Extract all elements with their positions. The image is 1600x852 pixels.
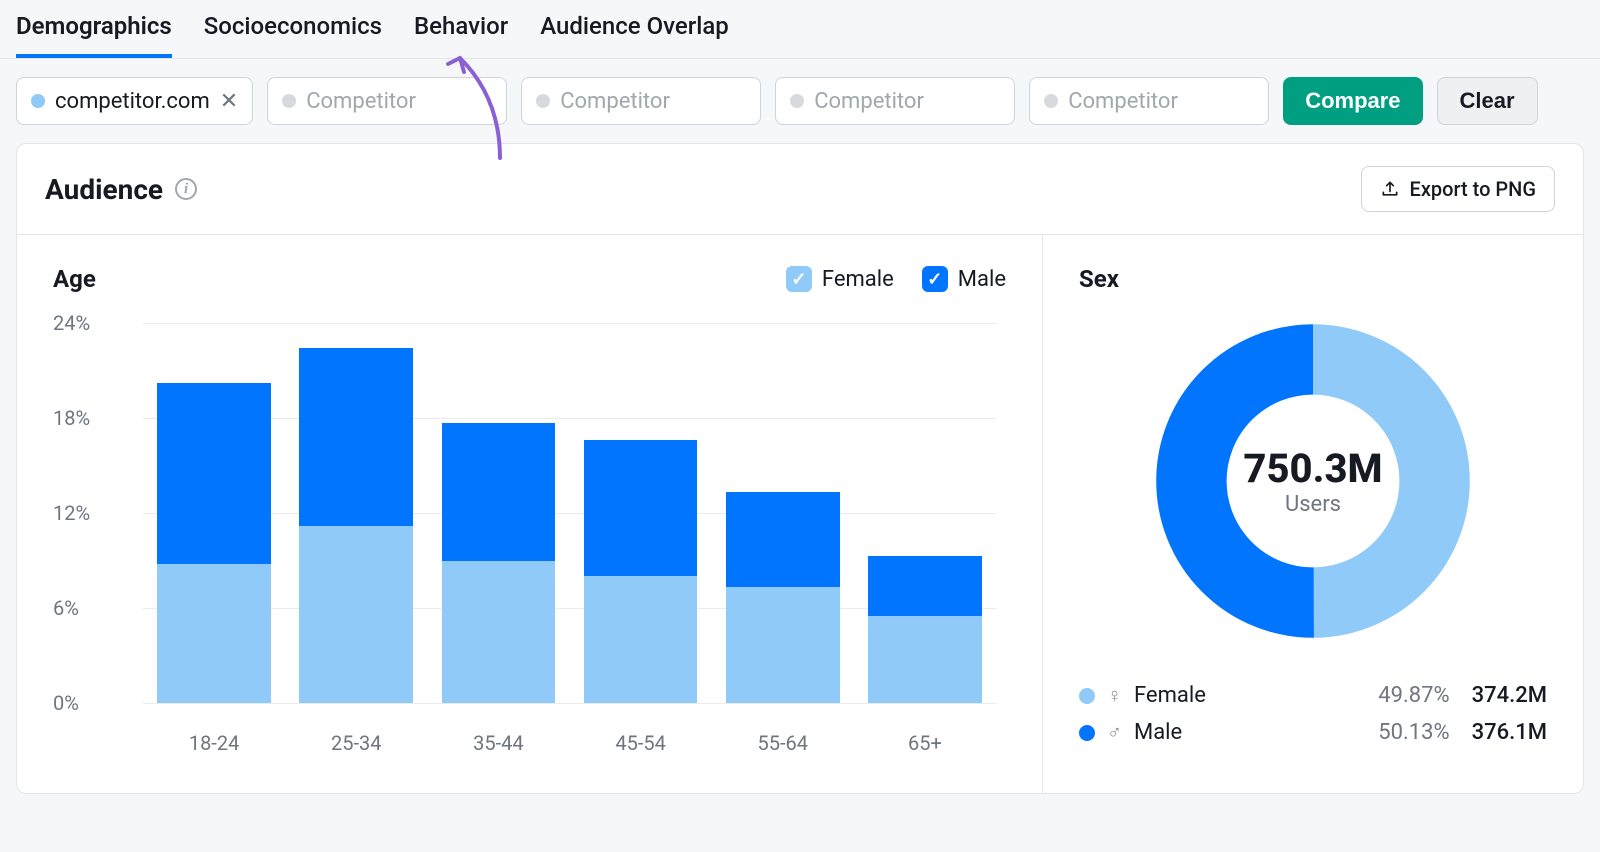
age-panel: Age ✓ Female ✓ Male 0% 6% 12% 18% 24% 18-2425…: [17, 235, 1043, 793]
sex-legend: ♀ Female 49.87% 374.2M ♂ Male 50.13% 376.1M: [1079, 677, 1547, 751]
export-png-label: Export to PNG: [1410, 177, 1536, 201]
export-png-button[interactable]: Export to PNG: [1361, 166, 1555, 212]
donut-center-label: Users: [1285, 492, 1341, 517]
competitor-input-3[interactable]: Competitor: [775, 77, 1015, 125]
input-dot-icon: [536, 94, 550, 108]
legend-female-toggle[interactable]: ✓ Female: [786, 266, 894, 292]
legend-female-label: Female: [822, 267, 894, 292]
close-icon[interactable]: ✕: [220, 89, 238, 114]
donut-center-value: 750.3M: [1243, 445, 1382, 492]
age-legend: ✓ Female ✓ Male: [786, 266, 1006, 292]
bar-segment-male: [442, 423, 556, 561]
tab-behavior[interactable]: Behavior: [414, 12, 508, 58]
sex-legend-value: 374.2M: [1472, 683, 1547, 708]
compare-button[interactable]: Compare: [1283, 77, 1422, 125]
y-axis-tick: 12%: [53, 501, 90, 525]
y-axis-tick: 6%: [53, 596, 79, 620]
competitor-input-placeholder: Competitor: [306, 89, 416, 114]
competitor-filter-row: competitor.com ✕ Competitor Competitor C…: [0, 59, 1600, 143]
clear-button[interactable]: Clear: [1437, 77, 1538, 125]
age-panel-title: Age: [53, 265, 96, 293]
bar-segment-female: [442, 561, 556, 704]
gender-symbol-icon: ♂: [1107, 720, 1122, 745]
input-dot-icon: [1044, 94, 1058, 108]
bar-segment-female: [868, 616, 982, 703]
legend-dot-icon: [1079, 725, 1095, 741]
bar-segment-female: [157, 564, 271, 703]
tab-socioeconomics[interactable]: Socioeconomics: [204, 12, 382, 58]
competitor-input-4[interactable]: Competitor: [1029, 77, 1269, 125]
sex-donut-chart: 750.3M Users: [1153, 321, 1473, 641]
tab-audience-overlap[interactable]: Audience Overlap: [540, 12, 729, 58]
audience-card: Audience i Export to PNG Age ✓: [16, 143, 1584, 794]
bar-segment-female: [584, 576, 698, 703]
competitor-input-placeholder: Competitor: [1068, 89, 1178, 114]
bar-segment-male: [157, 383, 271, 564]
bar-segment-female: [299, 526, 413, 703]
x-axis-tick: 25-34: [285, 713, 427, 763]
y-axis-tick: 18%: [53, 406, 90, 430]
competitor-chip-dot-icon: [31, 94, 45, 108]
competitor-chip[interactable]: competitor.com ✕: [16, 77, 253, 125]
x-axis-tick: 18-24: [143, 713, 285, 763]
card-title: Audience: [45, 173, 163, 206]
bar-segment-male: [299, 348, 413, 525]
y-axis-tick: 0%: [53, 691, 79, 715]
x-axis-tick: 65+: [854, 713, 996, 763]
sex-panel: Sex 750.3M Users ♀ Female 49.87% 374.2M ♂ Mal…: [1043, 235, 1583, 793]
input-dot-icon: [790, 94, 804, 108]
upload-icon: [1380, 179, 1400, 199]
checkbox-icon: ✓: [922, 266, 948, 292]
y-axis-tick: 24%: [53, 311, 90, 335]
competitor-input-placeholder: Competitor: [814, 89, 924, 114]
competitor-input-1[interactable]: Competitor: [267, 77, 507, 125]
sex-legend-pct: 49.87%: [1378, 683, 1449, 708]
tab-bar: Demographics Socioeconomics Behavior Aud…: [0, 0, 1600, 59]
competitor-input-placeholder: Competitor: [560, 89, 670, 114]
sex-legend-value: 376.1M: [1472, 720, 1547, 745]
competitor-input-2[interactable]: Competitor: [521, 77, 761, 125]
checkbox-icon: ✓: [786, 266, 812, 292]
tab-demographics[interactable]: Demographics: [16, 12, 172, 58]
bar-segment-male: [868, 556, 982, 616]
gender-symbol-icon: ♀: [1107, 683, 1122, 708]
competitor-chip-label: competitor.com: [55, 89, 210, 114]
input-dot-icon: [282, 94, 296, 108]
legend-male-toggle[interactable]: ✓ Male: [922, 266, 1006, 292]
x-axis-tick: 45-54: [570, 713, 712, 763]
x-axis-tick: 55-64: [712, 713, 854, 763]
legend-male-label: Male: [958, 267, 1006, 292]
info-icon[interactable]: i: [175, 178, 197, 200]
x-axis-tick: 35-44: [427, 713, 569, 763]
bar-segment-female: [726, 587, 840, 703]
age-bar-chart: 0%6%12%18%24%18-2425-3435-4445-5455-6465…: [53, 323, 1006, 763]
bar-segment-male: [726, 492, 840, 587]
sex-legend-row: ♂ Male 50.13% 376.1M: [1079, 714, 1547, 751]
sex-legend-name: Female: [1134, 683, 1206, 708]
sex-legend-name: Male: [1134, 720, 1182, 745]
sex-panel-title: Sex: [1079, 265, 1547, 293]
legend-dot-icon: [1079, 688, 1095, 704]
sex-legend-pct: 50.13%: [1378, 720, 1449, 745]
sex-legend-row: ♀ Female 49.87% 374.2M: [1079, 677, 1547, 714]
bar-segment-male: [584, 440, 698, 576]
